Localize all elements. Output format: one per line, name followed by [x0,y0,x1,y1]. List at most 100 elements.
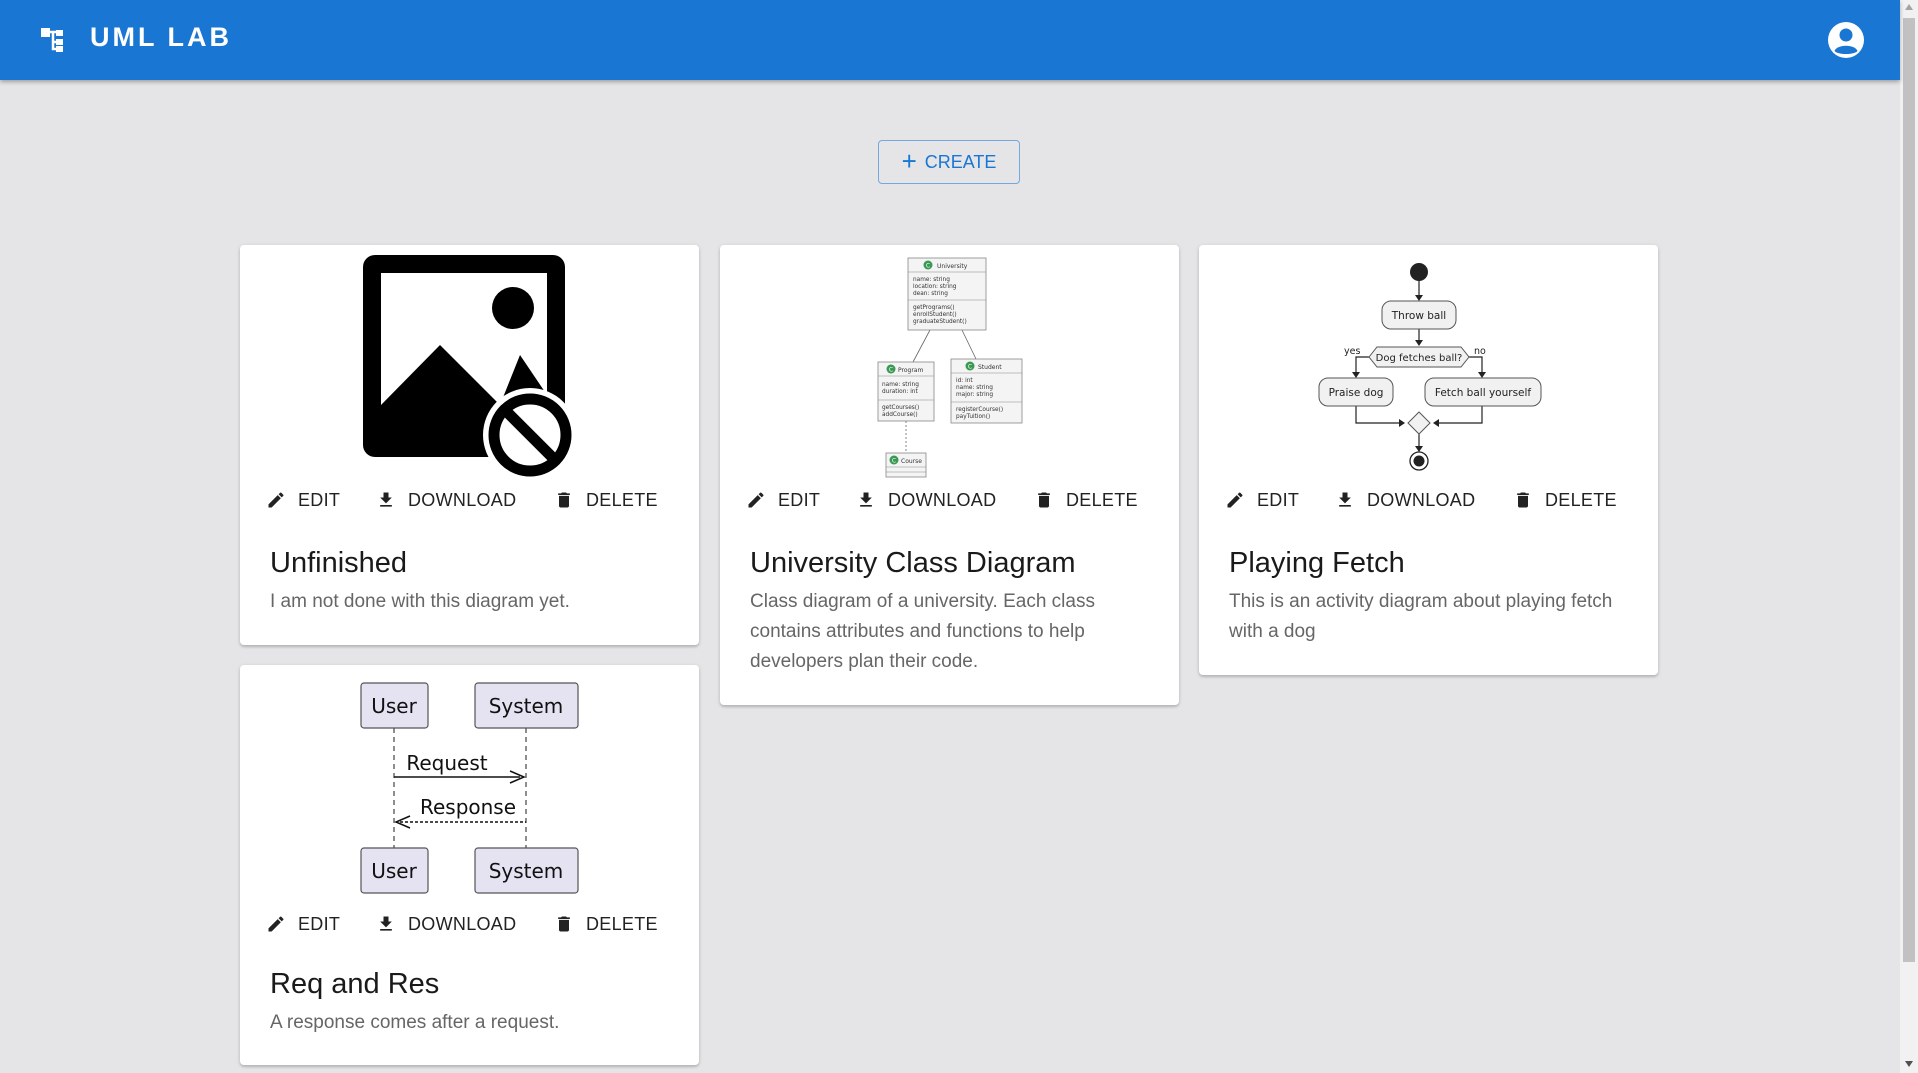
edit-label: EDIT [1257,489,1300,510]
download-label: DOWNLOAD [888,489,997,510]
card-description: Class diagram of a university. Each clas… [750,591,1095,672]
edit-button[interactable]: EDIT [266,490,376,511]
class-method: payTuition() [956,414,990,420]
delete-icon [558,916,570,932]
download-button[interactable]: DOWNLOAD [856,490,1034,511]
class-attribute: dean: string [913,291,948,297]
participant-user-bottom: User [360,847,429,894]
participant-label: User [371,694,417,718]
class-box-program: C Program name: string duration: int get… [877,361,935,422]
scrollbar-thumb[interactable] [1903,18,1915,962]
diagram-card: C University name: string location: stri… [720,245,1179,705]
download-label: DOWNLOAD [408,913,517,934]
download-icon [380,492,392,507]
edit-label: EDIT [778,489,821,510]
app-title: UML LAB [90,22,232,52]
class-marker: C [889,367,893,374]
edit-button[interactable]: EDIT [746,490,856,511]
class-attribute: location: string [913,284,957,290]
download-button[interactable]: DOWNLOAD [1335,490,1513,511]
download-icon [380,916,392,931]
participant-label: System [489,694,564,718]
message-response: Response [394,795,526,829]
download-icon [1339,492,1351,507]
card-actions: EDIT DOWNLOAD DELETE [266,487,658,513]
class-method: enrollStudent() [913,312,957,318]
initial-node [1410,263,1428,281]
download-button[interactable]: DOWNLOAD [376,914,554,935]
class-method: addCourse() [882,412,918,418]
edit-label: EDIT [298,489,341,510]
activity-action: Praise dog [1329,387,1384,399]
class-diagram-thumbnail: C University name: string location: stri… [877,257,1023,478]
class-attribute: major: string [956,392,993,398]
participant-label: User [371,859,417,883]
class-box-student: C Student id: int name: string major: st… [950,358,1023,424]
class-attribute: name: string [882,382,919,388]
download-label: DOWNLOAD [408,489,517,510]
delete-icon [1038,492,1050,508]
plus-icon: + [901,146,917,176]
create-button[interactable]: + CREATE [878,140,1020,184]
download-icon [860,492,872,507]
class-attribute: name: string [913,277,950,283]
class-marker: C [968,364,972,371]
delete-button[interactable]: DELETE [554,914,658,935]
delete-button[interactable]: DELETE [1034,490,1138,511]
message-request: Request [394,751,526,784]
class-attribute: id: int [956,378,973,384]
card-actions: EDIT DOWNLOAD DELETE [266,911,658,937]
decision-label: Dog fetches ball? [1376,353,1463,364]
activity-diagram-thumbnail: Throw ball Dog fetches ball? yes no Prai… [1318,263,1542,471]
class-name: University [937,263,968,270]
activity-action: Fetch ball yourself [1435,387,1532,399]
participant-user-top: User [360,682,429,729]
edit-button[interactable]: EDIT [266,914,376,935]
card-title: Unfinished [270,547,408,579]
download-button[interactable]: DOWNLOAD [376,490,554,511]
account-circle-icon[interactable] [1826,20,1866,60]
diagram-card: Throw ball Dog fetches ball? yes no Prai… [1199,245,1658,675]
class-box-university: C University name: string location: stri… [907,257,987,331]
class-method: graduateStudent() [913,319,967,325]
class-name: Program [898,367,923,374]
class-method: getPrograms() [913,305,955,311]
card-title: Req and Res [270,968,440,1000]
card-description: I am not done with this diagram yet. [270,591,570,612]
yes-guard: yes [1344,346,1360,357]
card-title: University Class Diagram [750,547,1076,579]
diagram-card: User System Request Response User System… [240,665,699,1065]
participant-label: System [489,859,564,883]
message-label: Request [406,751,487,775]
sequence-diagram-thumbnail: User System Request Response User System [360,682,579,894]
scroll-down-arrow-icon[interactable] [1905,1061,1913,1067]
edit-icon [1227,492,1243,508]
edit-icon [268,492,284,508]
class-method: getCourses() [882,405,919,411]
class-attribute: name: string [956,385,993,391]
edit-button[interactable]: EDIT [1225,490,1335,511]
class-method: registerCourse() [956,407,1003,413]
delete-label: DELETE [1066,489,1138,510]
page-scrollbar[interactable] [1900,0,1918,1073]
class-name: Student [978,364,1002,371]
message-label: Response [420,795,516,819]
diagram-card: EDIT DOWNLOAD DELETE Unfinished I am not… [240,245,699,645]
class-marker: C [926,263,930,270]
class-attribute: duration: int [882,389,918,395]
merge-node [1407,411,1431,435]
participant-system-bottom: System [474,847,579,894]
create-button-label: CREATE [924,151,997,172]
card-actions: EDIT DOWNLOAD DELETE [746,487,1138,513]
delete-icon [1517,492,1529,508]
scroll-up-arrow-icon[interactable] [1905,4,1913,10]
delete-label: DELETE [586,913,658,934]
app-bar: UML LAB [0,0,1900,80]
delete-button[interactable]: DELETE [554,490,658,511]
schema-icon [41,28,63,52]
activity-action: Throw ball [1391,310,1446,322]
delete-button[interactable]: DELETE [1513,490,1617,511]
delete-icon [558,492,570,508]
class-box-course: C Course [885,452,927,478]
card-description: This is an activity diagram about playin… [1229,591,1613,642]
